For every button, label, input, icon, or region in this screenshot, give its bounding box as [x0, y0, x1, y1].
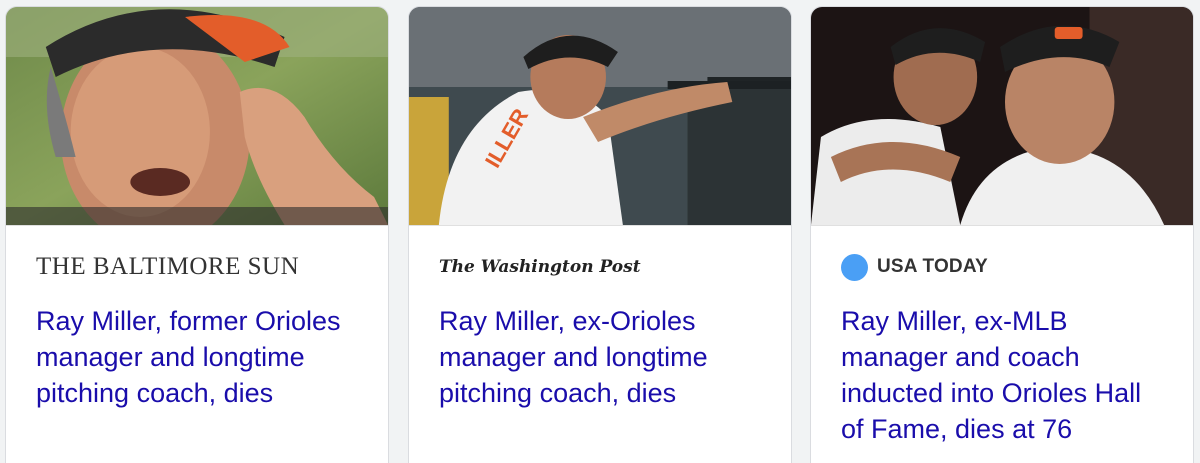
publisher-logo: The Washington Post: [439, 257, 641, 277]
usa-today-dot-icon: [841, 253, 868, 281]
publisher-name: USA TODAY: [877, 256, 988, 277]
thumbnail-image: ILLER: [409, 7, 791, 225]
news-thumbnail[interactable]: [6, 7, 388, 226]
headline-link[interactable]: Ray Miller, former Orioles manager and l…: [36, 303, 366, 411]
thumbnail-image: [811, 7, 1193, 225]
publisher-logo: THE BALTIMORE SUN: [36, 253, 300, 280]
news-card-usa-today[interactable]: USA TODAY Ray Miller, ex-MLB manager and…: [810, 6, 1194, 463]
news-thumbnail[interactable]: [811, 7, 1193, 226]
news-card-washington-post[interactable]: ILLER The Washington Post Ray Miller, ex…: [408, 6, 792, 463]
headline-link[interactable]: Ray Miller, ex-MLB manager and coach ind…: [841, 303, 1171, 447]
top-stories-carousel: THE BALTIMORE SUN Ray Miller, former Ori…: [0, 0, 1200, 463]
headline-link[interactable]: Ray Miller, ex-Orioles manager and longt…: [439, 303, 769, 411]
thumbnail-image: [6, 7, 388, 225]
publisher-logo: USA TODAY: [841, 251, 988, 283]
news-card-baltimore-sun[interactable]: THE BALTIMORE SUN Ray Miller, former Ori…: [5, 6, 389, 463]
news-thumbnail[interactable]: ILLER: [409, 7, 791, 226]
